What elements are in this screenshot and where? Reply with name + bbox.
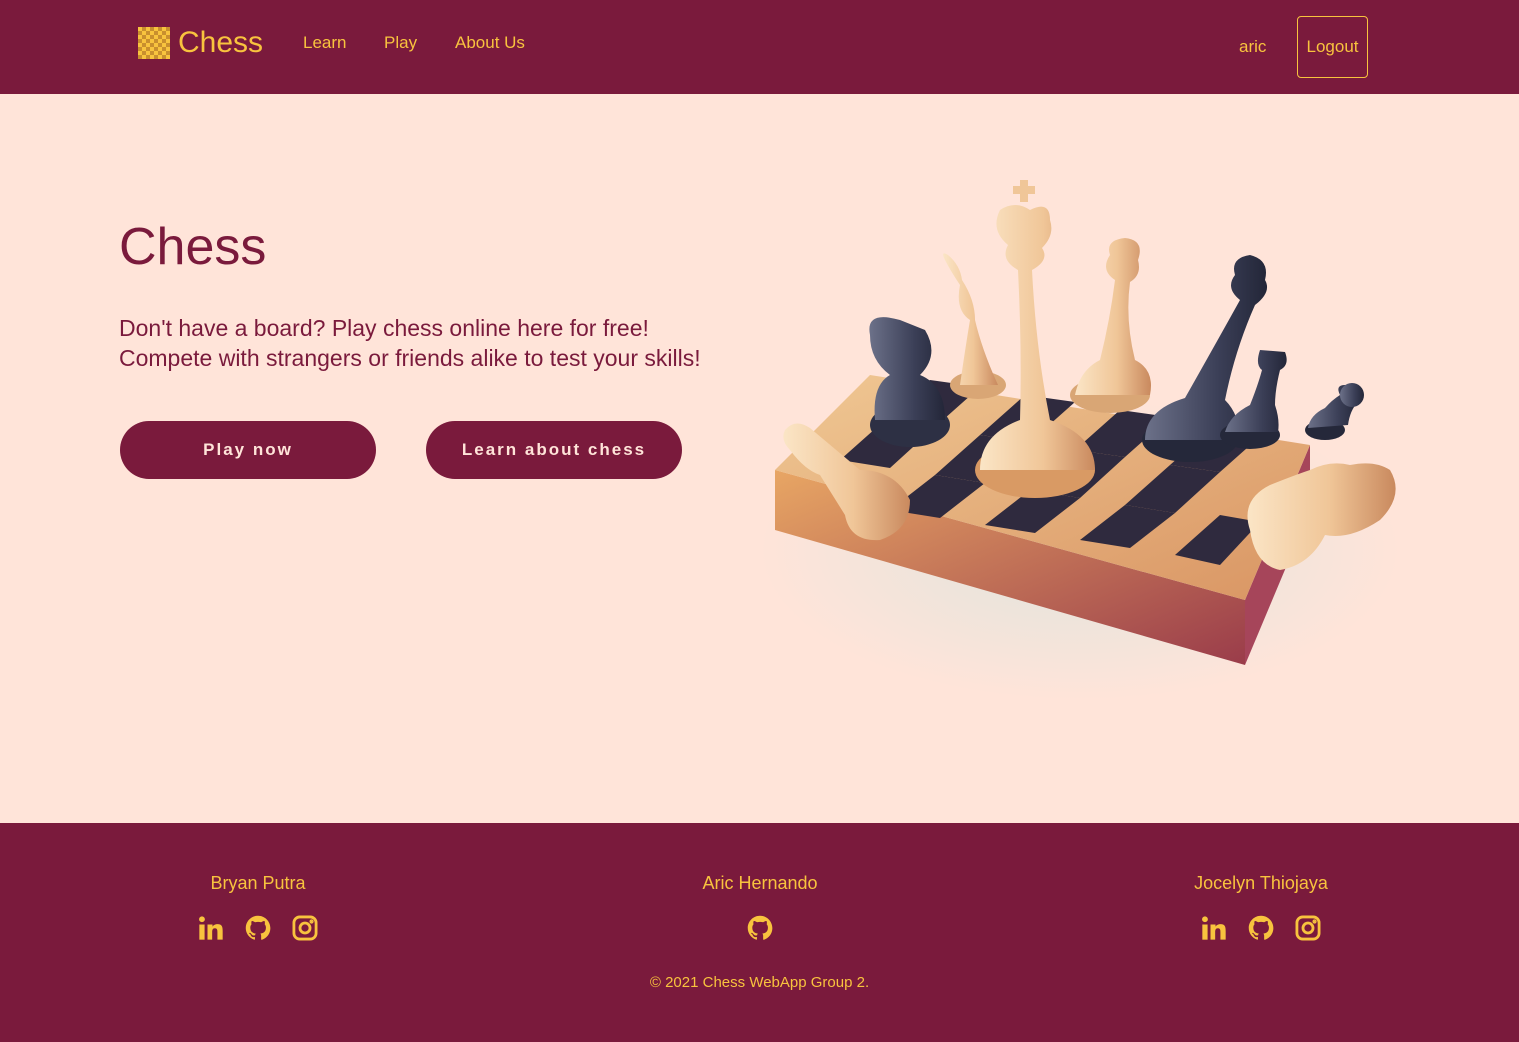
team-member-name: Bryan Putra (210, 873, 306, 893)
checkerboard-icon (138, 27, 170, 59)
chess-board-illustration (760, 180, 1400, 700)
linkedin-icon[interactable] (197, 914, 225, 942)
nav-link-play[interactable]: Play (384, 33, 417, 53)
navbar: Chess Learn Play About Us aric Logout (0, 0, 1519, 94)
team-member-name: Jocelyn Thiojaya (1194, 873, 1328, 893)
team-member-name: Aric Hernando (702, 873, 818, 893)
social-links (610, 914, 910, 942)
footer: Bryan Putra Aric Hernando Jocelyn Thioja… (0, 823, 1519, 1042)
team-member-bryan: Bryan Putra (108, 873, 408, 942)
nav-link-learn[interactable]: Learn (303, 33, 346, 53)
team-member-aric: Aric Hernando (610, 873, 910, 942)
github-icon[interactable] (746, 914, 774, 942)
linkedin-icon[interactable] (1200, 914, 1228, 942)
copyright-text: © 2021 Chess WebApp Group 2. (649, 974, 870, 991)
hero-subtitle-line-2: Compete with strangers or friends alike … (119, 345, 701, 371)
white-queen-piece (1070, 238, 1151, 413)
instagram-icon[interactable] (1294, 914, 1322, 942)
hero-subtitle-line-1: Don't have a board? Play chess online he… (119, 315, 649, 341)
black-pawn-piece (1305, 383, 1364, 440)
nav-link-about-us[interactable]: About Us (455, 33, 525, 53)
username-label: aric (1239, 37, 1267, 56)
learn-about-chess-button[interactable]: Learn about chess (426, 421, 682, 479)
instagram-icon[interactable] (291, 914, 319, 942)
white-bishop-piece (943, 253, 1006, 399)
social-links (108, 914, 408, 942)
play-now-button[interactable]: Play now (120, 421, 376, 479)
github-icon[interactable] (244, 914, 272, 942)
hero-subtitle: Don't have a board? Play chess online he… (119, 313, 701, 373)
social-links (1111, 914, 1411, 942)
github-icon[interactable] (1247, 914, 1275, 942)
hero-title: Chess (119, 218, 267, 276)
white-king-piece (975, 180, 1095, 498)
brand-logo-link[interactable]: Chess (138, 25, 263, 61)
team-member-jocelyn: Jocelyn Thiojaya (1111, 873, 1411, 942)
brand-name: Chess (178, 26, 264, 59)
logout-button[interactable]: Logout (1297, 16, 1368, 78)
